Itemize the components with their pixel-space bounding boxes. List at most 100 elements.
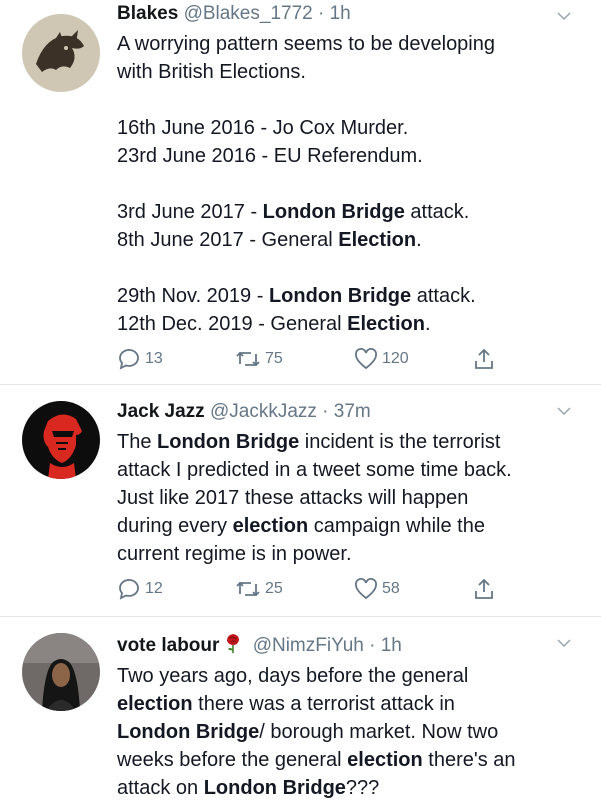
tweet-text-segment: Election xyxy=(347,313,425,335)
reply-button[interactable]: 13 xyxy=(117,348,163,370)
tweet-line: with British Elections. xyxy=(117,58,581,86)
tweet-text-segment: there's an xyxy=(422,749,516,771)
share-button[interactable] xyxy=(473,578,495,600)
tweet-line: A worrying pattern seems to be developin… xyxy=(117,30,581,58)
tweet-line: Just like 2017 these attacks will happen xyxy=(117,484,581,512)
tweet-line: 8th June 2017 - General Election. xyxy=(117,226,581,254)
tweet-text-segment: 12th Dec. 2019 - General xyxy=(117,313,348,335)
tweet-text-segment: campaign while the xyxy=(308,515,485,537)
tweet-text-segment: incident is the terrorist xyxy=(299,431,501,453)
red-rose-icon xyxy=(227,634,240,653)
chevron-down-icon[interactable] xyxy=(557,12,571,21)
tweet-vote-labour[interactable]: vote labour @NimzFiYuh · 1h Two years ag… xyxy=(0,617,601,799)
heart-icon xyxy=(355,578,377,600)
tweet-line: 16th June 2016 - Jo Cox Murder. xyxy=(117,114,581,142)
tweet-text: The London Bridge incident is the terror… xyxy=(117,428,581,568)
user-handle[interactable]: @NimzFiYuh xyxy=(253,635,364,656)
share-button[interactable] xyxy=(473,348,495,370)
avatar[interactable] xyxy=(22,401,100,479)
tweet-jack-jazz[interactable]: Jack Jazz @JackkJazz · 37m The London Br… xyxy=(0,385,601,617)
tweet-text-segment: election xyxy=(117,693,193,715)
tweet-line: 12th Dec. 2019 - General Election. xyxy=(117,310,581,338)
tweet-text-segment: weeks before the general xyxy=(117,749,348,771)
tweet-text-segment: 23rd June 2016 - EU Referendum. xyxy=(117,145,423,167)
tweet-line: weeks before the general election there'… xyxy=(117,746,581,774)
tweet-text-segment: / borough market. Now two xyxy=(259,721,499,743)
tweet-line: Two years ago, days before the general xyxy=(117,662,581,690)
tweet-line: 3rd June 2017 - London Bridge attack. xyxy=(117,198,581,226)
tweet-header: vote labour @NimzFiYuh · 1h xyxy=(117,632,581,658)
heart-icon xyxy=(355,348,377,370)
tweet-text: Two years ago, days before the general el… xyxy=(117,662,581,802)
tweet-line: London Bridge/ borough market. Now two xyxy=(117,718,581,746)
tweet-text-segment: Just like 2017 these attacks will happen xyxy=(117,487,469,509)
user-name[interactable]: vote labour xyxy=(117,635,219,656)
tweet-text-segment: London Bridge xyxy=(157,431,300,453)
user-handle[interactable]: @Blakes_1772 xyxy=(184,3,313,24)
retweet-icon xyxy=(236,581,260,597)
tweet-text-segment: . xyxy=(416,229,422,251)
retweet-count: 25 xyxy=(265,580,283,597)
share-icon xyxy=(475,578,493,599)
tweet-text-segment: London Bridge xyxy=(262,201,405,223)
tweet-text-segment: attack I predicted in a tweet some time … xyxy=(117,459,512,481)
user-name[interactable]: Blakes xyxy=(117,3,178,24)
tweet-text-segment: election xyxy=(232,515,309,537)
avatar[interactable] xyxy=(22,14,100,92)
retweet-button[interactable]: 25 xyxy=(235,578,283,600)
tweet-line: 29th Nov. 2019 - London Bridge attack. xyxy=(117,282,581,310)
tweet-text-segment: 8th June 2017 - General xyxy=(117,229,339,251)
user-name[interactable]: Jack Jazz xyxy=(117,401,205,422)
tweet-time[interactable]: · 1h xyxy=(318,3,351,24)
tweet-text-segment: attack. xyxy=(411,285,476,307)
tweet-line: The London Bridge incident is the terror… xyxy=(117,428,581,456)
tweet-text-segment: current regime is in power. xyxy=(117,543,352,565)
retweet-count: 75 xyxy=(265,350,283,367)
tweet-text-segment: London Bridge xyxy=(268,285,412,307)
tweet-line: attack on London Bridge??? xyxy=(117,774,581,802)
tweet-text-segment: during every xyxy=(117,515,233,537)
tweet-text-segment: A worrying pattern seems to be developin… xyxy=(117,33,495,55)
tweet-line: 23rd June 2016 - EU Referendum. xyxy=(117,142,581,170)
reply-icon xyxy=(119,579,139,600)
like-button[interactable]: 120 xyxy=(354,348,409,370)
tweet-header: Jack Jazz @JackkJazz · 37m xyxy=(117,400,581,424)
tweet-text-segment: election xyxy=(347,749,423,771)
tweet-header: Blakes @Blakes_1772 · 1h xyxy=(117,2,581,26)
tweet-line: election there was a terrorist attack in xyxy=(117,690,581,718)
reply-button[interactable]: 12 xyxy=(117,578,163,600)
tweet-text-segment: there was a terrorist attack in xyxy=(192,693,455,715)
tweet-text-segment: with British Elections. xyxy=(117,61,306,83)
retweet-icon xyxy=(236,351,260,367)
chevron-down-icon[interactable] xyxy=(557,407,571,416)
chevron-down-icon[interactable] xyxy=(557,639,571,648)
tweet-text-segment: 29th Nov. 2019 - xyxy=(117,285,269,307)
tweet-line: attack I predicted in a tweet some time … xyxy=(117,456,581,484)
retweet-button[interactable]: 75 xyxy=(235,348,283,370)
tweet-blakes[interactable]: Blakes @Blakes_1772 · 1h A worrying patt… xyxy=(0,0,601,385)
like-button[interactable]: 58 xyxy=(354,578,400,600)
tweet-text-segment: Election xyxy=(338,229,417,251)
tweet-actions: 12 25 58 xyxy=(117,578,497,600)
like-count: 120 xyxy=(382,350,409,367)
user-handle[interactable]: @JackkJazz xyxy=(210,401,317,422)
tweet-text-segment: 16th June 2016 - Jo Cox Murder. xyxy=(117,117,409,139)
tweet-time[interactable]: · 37m xyxy=(322,401,371,422)
tweet-text-segment: . xyxy=(424,313,431,335)
tweet-text-segment: London Bridge xyxy=(117,721,260,743)
tweet-text-segment: Two years ago, days before the general xyxy=(117,665,469,687)
avatar[interactable] xyxy=(22,633,100,711)
tweet-actions: 13 75 120 xyxy=(117,348,497,370)
tweet-text: A worrying pattern seems to be developin… xyxy=(117,30,581,338)
tweet-line: during every election campaign while the xyxy=(117,512,581,540)
reply-count: 12 xyxy=(145,580,163,597)
tweet-text-segment: The xyxy=(117,431,158,453)
like-count: 58 xyxy=(382,580,400,597)
share-icon xyxy=(475,348,493,369)
tweet-time[interactable]: · 1h xyxy=(369,635,402,656)
reply-icon xyxy=(119,349,139,370)
tweet-line: current regime is in power. xyxy=(117,540,581,568)
